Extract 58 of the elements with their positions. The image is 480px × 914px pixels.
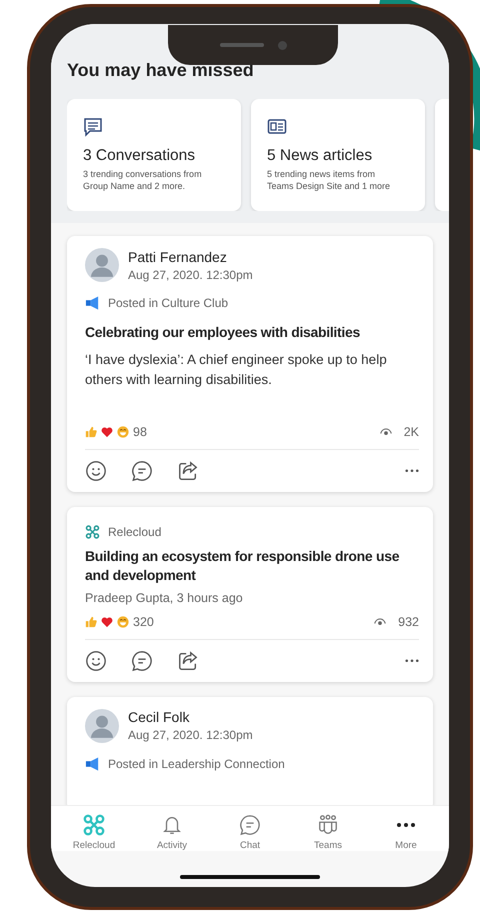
view-count: 932 (398, 614, 419, 629)
channel-label: Posted in Leadership Connection (108, 756, 285, 771)
post-card[interactable]: Cecil Folk Aug 27, 2020. 12:30pm Posted in Leadership Connection (67, 696, 433, 805)
eye-icon (380, 428, 392, 436)
post-title[interactable]: Building an ecosystem for responsible drone use and development (85, 546, 419, 586)
avatar-silhouette (85, 248, 119, 282)
drone-icon (85, 524, 100, 538)
nav-tab[interactable]: Relecloud (59, 814, 129, 851)
card-description: 3 trending conversations from Group Name and 2 more. (83, 169, 203, 192)
post-time: Aug 27, 2020. 12:30pm (128, 268, 253, 282)
post-card[interactable]: Patti Fernandez Aug 27, 2020. 12:30pm Posted in Culture Club Celebrating our employees with disabilities ‘I have dyslexia’: A chief engineer spoke up to help others with learning disabilities. 98 2K (67, 236, 433, 492)
thumbs-up-icon (85, 426, 97, 438)
share-icon[interactable] (177, 460, 199, 482)
heart-icon (101, 426, 113, 438)
more-options-icon[interactable] (405, 658, 419, 662)
summary-card[interactable]: 3 Conversations 3 trending conversations from Group Name and 2 more. (67, 99, 241, 211)
post-time: Aug 27, 2020. 12:30pm (128, 728, 253, 742)
drone-icon (83, 814, 105, 836)
view-count: 2K (404, 424, 419, 438)
section-title: You may have missed (67, 60, 255, 81)
nav-tab[interactable]: More (371, 814, 441, 851)
channel-label: Posted in Culture Club (108, 296, 228, 310)
more-options-icon[interactable] (405, 468, 419, 472)
summary-card[interactable]: 5 News articles 5 trending news items from Teams Design Site and 1 more (251, 99, 425, 211)
chat-bubble-icon (83, 117, 103, 137)
eye-icon (374, 618, 386, 626)
newspaper-icon (267, 117, 287, 137)
laughing-face-icon (117, 426, 129, 438)
smiley-icon[interactable] (85, 650, 107, 672)
laughing-face-icon (117, 616, 129, 628)
megaphone-icon (85, 756, 100, 771)
nav-tab[interactable]: Chat (215, 814, 285, 851)
reaction-count: 320 (133, 614, 154, 629)
more-options-icon (397, 823, 415, 827)
nav-tab[interactable]: Teams (293, 814, 363, 851)
chat-bubble-icon (239, 814, 261, 836)
card-title: 3 Conversations (83, 147, 196, 165)
post-byline: Pradeep Gupta, 3 hours ago (85, 590, 244, 605)
card-description: 5 trending news items from Teams Design Site and 1 more (267, 169, 392, 192)
comment-icon[interactable] (131, 460, 153, 482)
people-icon (317, 814, 339, 836)
author-name[interactable]: Patti Fernandez (128, 248, 253, 264)
reaction-count: 98 (133, 424, 147, 438)
source-label: Relecloud (108, 524, 162, 538)
comment-icon[interactable] (131, 650, 153, 672)
share-icon[interactable] (177, 650, 199, 672)
megaphone-icon (85, 296, 100, 310)
post-card[interactable]: Relecloud Building an ecosystem for responsible drone use and development Pradeep Gupta, 3 hours ago 320 932 (67, 506, 433, 682)
author-name[interactable]: Cecil Folk (128, 709, 253, 726)
thumbs-up-icon (85, 616, 97, 628)
post-summary: ‘I have dyslexia’: A chief engineer spoke up to help others with learning disabilities. (85, 351, 388, 390)
nav-tab[interactable]: Activity (137, 814, 207, 851)
avatar-silhouette (85, 708, 119, 743)
card-title: 5 News articles (267, 147, 374, 165)
heart-icon (101, 616, 113, 628)
post-title[interactable]: Celebrating our employees with disabilities (85, 324, 419, 340)
smiley-icon[interactable] (85, 460, 107, 482)
bell-icon (161, 814, 183, 836)
